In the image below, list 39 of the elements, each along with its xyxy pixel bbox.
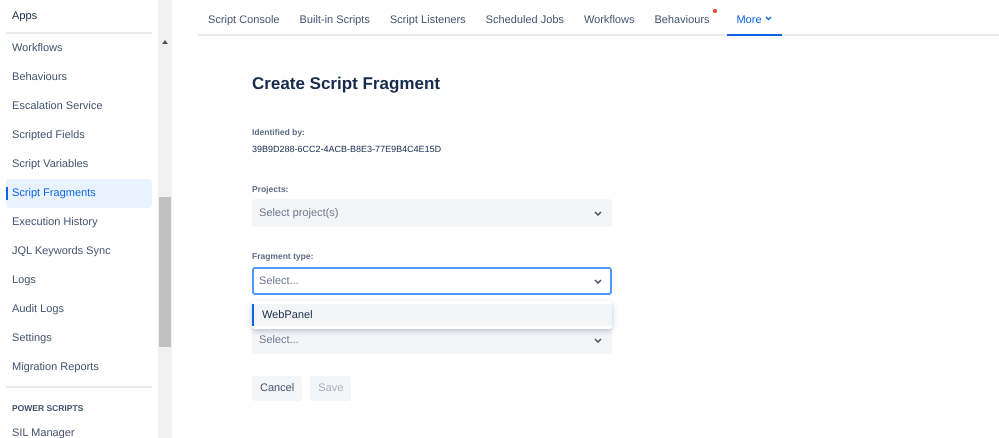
sidebar-item[interactable]: Execution History — [6, 208, 152, 237]
chevron-down-icon — [594, 338, 602, 343]
field-label: Projects: — [252, 182, 288, 196]
notification-dot — [712, 9, 717, 13]
sidebar-item[interactable]: Logs — [6, 266, 152, 295]
chevron-down-icon — [594, 210, 602, 216]
nav-tab[interactable]: Scheduled Jobs — [476, 0, 574, 36]
scrollbar-thumb[interactable] — [159, 197, 171, 347]
scroll-up-icon[interactable] — [162, 40, 168, 44]
select-field[interactable]: Select... — [252, 267, 612, 296]
sidebar-item[interactable]: Script Variables — [6, 150, 152, 179]
sidebar-item[interactable]: SIL Manager — [6, 418, 152, 438]
sidebar-item[interactable]: Migration Reports — [6, 353, 152, 382]
field-label: Fragment type: — [252, 250, 314, 264]
select-field[interactable]: Select project(s) — [252, 199, 612, 228]
section-heading: POWER SCRIPTS — [6, 386, 152, 419]
sidebar-item[interactable]: Audit Logs — [6, 295, 152, 324]
sidebar-item[interactable]: Settings — [6, 324, 152, 353]
sidebar-item[interactable]: JQL Keywords Sync — [6, 237, 152, 266]
sidebar-item[interactable]: Behaviours — [6, 63, 152, 92]
sidebar-item[interactable]: Script Fragments — [6, 179, 152, 208]
sidebar-header: Apps — [6, 0, 152, 34]
sidebar-item[interactable]: Workflows — [6, 34, 152, 63]
nav-tab[interactable]: Behaviours — [644, 0, 727, 36]
page-title: Create Script Fragment — [252, 74, 441, 94]
chevron-down-icon — [764, 16, 772, 21]
dropdown-option[interactable]: WebPanel — [252, 304, 612, 326]
nav-tab[interactable]: More — [726, 0, 782, 36]
scrollbar[interactable] — [158, 0, 172, 438]
cancel-button[interactable]: Cancel — [252, 376, 302, 401]
sidebar-item[interactable]: Scripted Fields — [6, 121, 152, 150]
chevron-down-icon — [594, 278, 602, 284]
sidebar-item[interactable]: Escalation Service — [6, 92, 152, 121]
nav-tab[interactable]: Script Console — [198, 0, 290, 36]
identifier-text: 39B9D288-6CC2-4ACB-B8E3-77E9B4C4E15D — [252, 143, 442, 156]
field-label: Identified by: — [252, 126, 305, 140]
nav-tab[interactable]: Built-in Scripts — [290, 0, 380, 36]
nav-tab[interactable]: Workflows — [574, 0, 644, 36]
nav-tab[interactable]: Script Listeners — [380, 0, 476, 36]
